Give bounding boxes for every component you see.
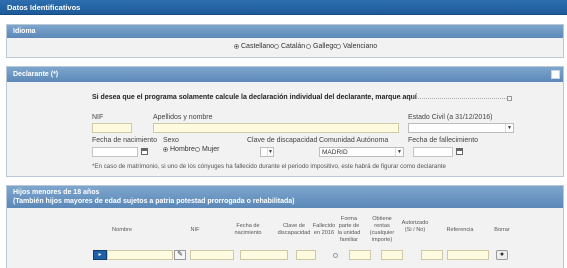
hijo-autorizado-input[interactable] (421, 250, 443, 260)
fecha-fallecimiento-input[interactable] (413, 147, 453, 157)
col-autorizado: Autorizado (Si / No) (401, 220, 429, 233)
idioma-title: Idioma (7, 25, 563, 38)
col-fallecido: Fallecido en 2016 (312, 223, 336, 236)
col-referencia: Referencia (446, 227, 474, 233)
col-nombre: Nombre (112, 227, 132, 233)
hijo-forma-parte-input[interactable] (349, 250, 371, 260)
nif-input[interactable] (92, 123, 132, 133)
radio-hombre[interactable]: Hombre (163, 146, 195, 153)
calendar-icon[interactable] (456, 148, 463, 155)
hijos-title-line2: (También hijos mayores de edad sujetos a… (13, 198, 295, 205)
footnote: *En caso de matrimonio, si uno de los có… (92, 163, 446, 170)
col-clave-discapacidad: Clave de discapacidad (277, 223, 311, 236)
declarante-title: Declarante (*) (7, 67, 563, 82)
col-obtiene-rentas: Obtiene rentas (cualquier importe) (369, 216, 395, 243)
chevron-down-icon: ▼ (267, 148, 273, 156)
page-title: Datos Identificativos (7, 3, 81, 12)
radio-dot-icon (306, 44, 311, 49)
col-forma-parte: Forma parte de la unidad familiar (337, 216, 361, 243)
apellidos-input[interactable] (153, 123, 399, 133)
radio-dot-icon (163, 147, 168, 152)
radio-castellano[interactable]: Castellano (234, 43, 274, 50)
radio-dot-icon (274, 44, 279, 49)
radio-dot-icon (336, 44, 341, 49)
nif-label: NIF (92, 114, 104, 121)
fecha-nacimiento-label: Fecha de nacimiento (92, 137, 157, 144)
panel-toggle-icon[interactable] (551, 70, 560, 79)
declarante-panel: Declarante (*) Si desea que el programa … (6, 66, 564, 177)
col-fecha-nacimiento: Fecha de nacimiento (234, 223, 262, 236)
fecha-nacimiento-input[interactable] (92, 147, 138, 157)
col-nif: NIF (190, 227, 200, 233)
apellidos-label: Apellidos y nombre (153, 114, 213, 121)
hijo-clave-input[interactable] (296, 250, 316, 260)
comunidad-label: Comunidad Autónoma (319, 137, 389, 144)
hijo-obtiene-rentas-input[interactable] (381, 250, 403, 260)
chevron-down-icon: ▼ (395, 148, 403, 156)
comunidad-select[interactable]: MADRID ▼ (319, 147, 404, 157)
sexo-label: Sexo (163, 137, 179, 144)
radio-dot-icon (234, 44, 239, 49)
hijos-title-line1: Hijos menores de 18 años (13, 189, 100, 196)
individual-note: Si desea que el programa solamente calcu… (92, 94, 417, 101)
hijos-title: Hijos menores de 18 años (También hijos … (7, 186, 563, 208)
chevron-down-icon: ▼ (505, 124, 513, 132)
row-indicator-icon[interactable]: ▸ (93, 250, 107, 260)
pencil-icon[interactable]: ✎ (174, 250, 186, 260)
hijo-referencia-input[interactable] (447, 250, 489, 260)
clave-discapacidad-label: Clave de discapacidad (247, 137, 318, 144)
hijos-panel: Hijos menores de 18 años (También hijos … (6, 185, 564, 268)
hijo-fallecido-checkbox[interactable] (333, 253, 338, 258)
hijo-fecha-input[interactable] (240, 250, 288, 260)
clave-discapacidad-select[interactable]: ▼ (260, 147, 274, 157)
col-borrar: Borrar (494, 227, 510, 233)
estado-civil-label: Estado Civil (a 31/12/2016) (408, 114, 493, 121)
page-header: Datos Identificativos (0, 0, 567, 15)
delete-icon[interactable]: ● (496, 250, 508, 260)
hijo-nombre-input[interactable] (107, 250, 173, 260)
radio-catalan[interactable]: Catalán (274, 43, 305, 50)
estado-civil-select[interactable]: ▼ (408, 123, 514, 133)
radio-valenciano[interactable]: Valenciano (336, 43, 377, 50)
idioma-panel: Idioma Castellano Catalán Gallego Valenc… (6, 24, 564, 58)
radio-gallego[interactable]: Gallego (306, 43, 337, 50)
hijo-nif-input[interactable] (190, 250, 234, 260)
radio-dot-icon (195, 147, 200, 152)
calendar-icon[interactable] (141, 148, 148, 155)
fecha-fallecimiento-label: Fecha de fallecimiento (408, 137, 479, 144)
radio-mujer[interactable]: Mujer (195, 146, 220, 153)
individual-checkbox[interactable] (507, 96, 512, 101)
dotted-leader (397, 98, 507, 99)
